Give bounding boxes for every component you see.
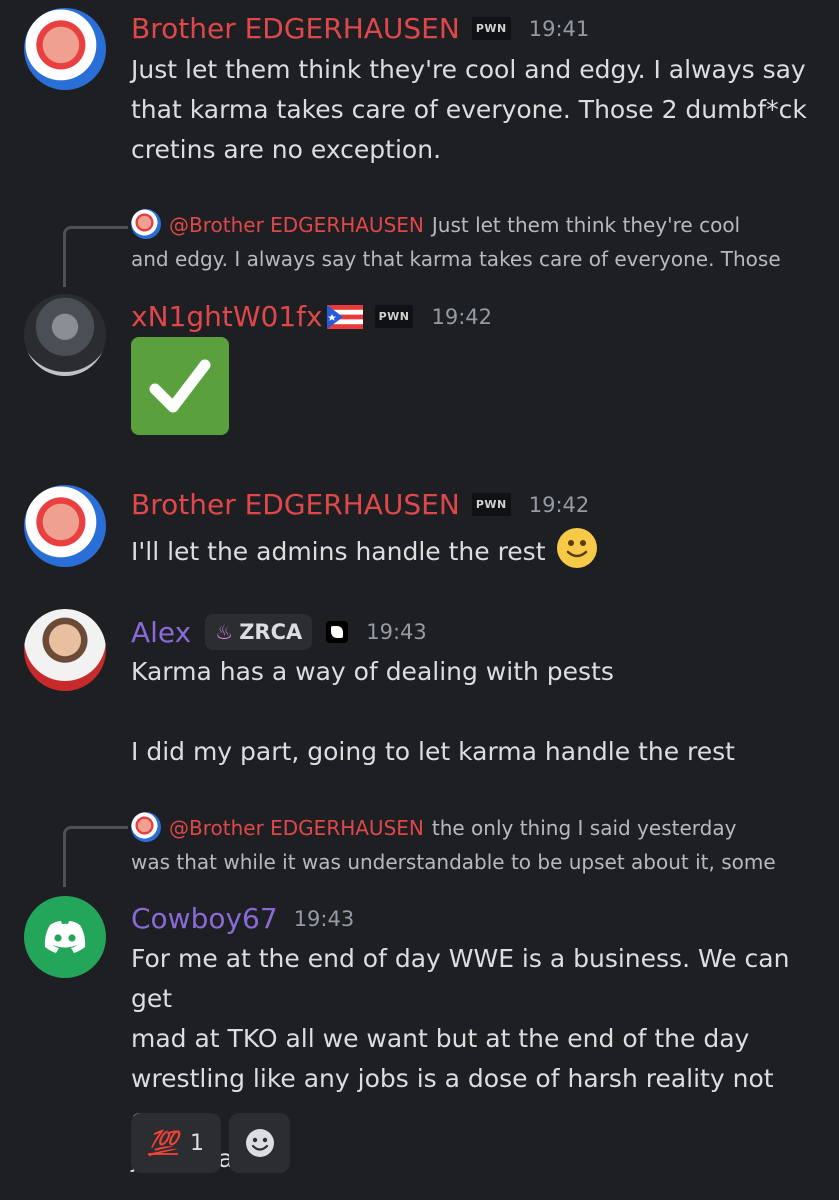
text-line: I'll let the admins handle the rest: [131, 537, 546, 566]
reply-preview[interactable]: @Brother EDGERHAUSEN Just let them think …: [131, 208, 811, 276]
flame-icon: ♨: [215, 620, 234, 644]
badge-text: PWN: [378, 310, 410, 323]
message-header: Alex ♨ ZRCA 19:43: [131, 614, 427, 650]
reply-mention[interactable]: @Brother EDGERHAUSEN: [169, 213, 424, 237]
avatar[interactable]: [24, 294, 106, 376]
server-tag-badge[interactable]: PWN: [471, 493, 511, 516]
username[interactable]: xN1ghtW01fx: [131, 300, 323, 333]
server-tag-badge[interactable]: PWN: [374, 305, 414, 328]
checkmark-icon: [149, 359, 211, 413]
reply-connector: [63, 826, 128, 887]
text-line: that karma takes care of everyone. Those…: [131, 95, 807, 124]
text-line: mad at TKO all we want but at the end of…: [131, 1024, 750, 1053]
clan-tag[interactable]: ♨ ZRCA: [205, 614, 313, 650]
reply-line-2: was that while it was understandable to …: [131, 850, 776, 874]
timestamp: 19:41: [528, 16, 590, 41]
reply-connector: [63, 226, 128, 287]
reaction-count: 1: [189, 1130, 204, 1156]
avatar[interactable]: [24, 896, 106, 978]
avatar[interactable]: [24, 485, 106, 567]
username[interactable]: Brother EDGERHAUSEN: [131, 12, 460, 45]
add-reaction-icon: [245, 1129, 274, 1157]
reply-avatar: [131, 812, 161, 842]
username[interactable]: Alex: [131, 616, 191, 649]
avatar[interactable]: [24, 8, 106, 90]
reply-line-1: @Brother EDGERHAUSEN the only thing I sai…: [131, 811, 811, 845]
message-header: Brother EDGERHAUSEN PWN 19:41: [131, 12, 589, 45]
username[interactable]: Brother EDGERHAUSEN: [131, 488, 460, 521]
app-badge-icon: [326, 621, 349, 643]
reply-text: the only thing I said yesterday: [431, 816, 737, 840]
reply-preview[interactable]: @Brother EDGERHAUSEN the only thing I sai…: [131, 811, 811, 879]
message-text: Karma has a way of dealing with pests I …: [131, 652, 821, 772]
text-line: Karma has a way of dealing with pests: [131, 657, 614, 686]
puerto-rico-flag-icon: [326, 304, 363, 329]
reply-line-2: and edgy. I always say that karma takes …: [131, 247, 781, 271]
reaction-100[interactable]: 💯 1: [131, 1113, 221, 1173]
server-tag-badge[interactable]: PWN: [471, 17, 511, 40]
badge-text: PWN: [475, 22, 507, 35]
timestamp: 19:42: [431, 304, 493, 329]
timestamp: 19:43: [293, 906, 355, 931]
hundred-points-icon: 💯: [148, 1129, 178, 1157]
timestamp: 19:42: [528, 492, 590, 517]
message-header: xN1ghtW01fx PWN 19:42: [131, 300, 492, 333]
badge-text: PWN: [475, 498, 507, 511]
clan-tag-text: ZRCA: [239, 620, 303, 644]
reply-text: Just let them think they're cool: [431, 213, 741, 237]
reply-avatar: [131, 209, 161, 239]
message-header: Cowboy67 19:43: [131, 902, 354, 935]
message-text: Just let them think they're cool and edg…: [131, 50, 821, 170]
message-text: I'll let the admins handle the rest: [131, 528, 821, 572]
username[interactable]: Cowboy67: [131, 902, 278, 935]
add-reaction-button[interactable]: [229, 1113, 290, 1173]
green-checkmark-emoji[interactable]: [131, 337, 229, 435]
text-line: cretins are no exception.: [131, 135, 442, 164]
avatar[interactable]: [24, 609, 106, 691]
discord-logo-icon: [44, 921, 86, 953]
reply-mention[interactable]: @Brother EDGERHAUSEN: [169, 816, 424, 840]
reply-line-1: @Brother EDGERHAUSEN Just let them think …: [131, 208, 811, 242]
text-line: Just let them think they're cool and edg…: [131, 55, 806, 84]
text-line: I did my part, going to let karma handle…: [131, 737, 735, 766]
timestamp: 19:43: [366, 620, 427, 644]
message-header: Brother EDGERHAUSEN PWN 19:42: [131, 488, 589, 521]
text-line: For me at the end of day WWE is a busine…: [131, 944, 790, 1013]
slightly-smiling-face-icon: [557, 528, 598, 568]
